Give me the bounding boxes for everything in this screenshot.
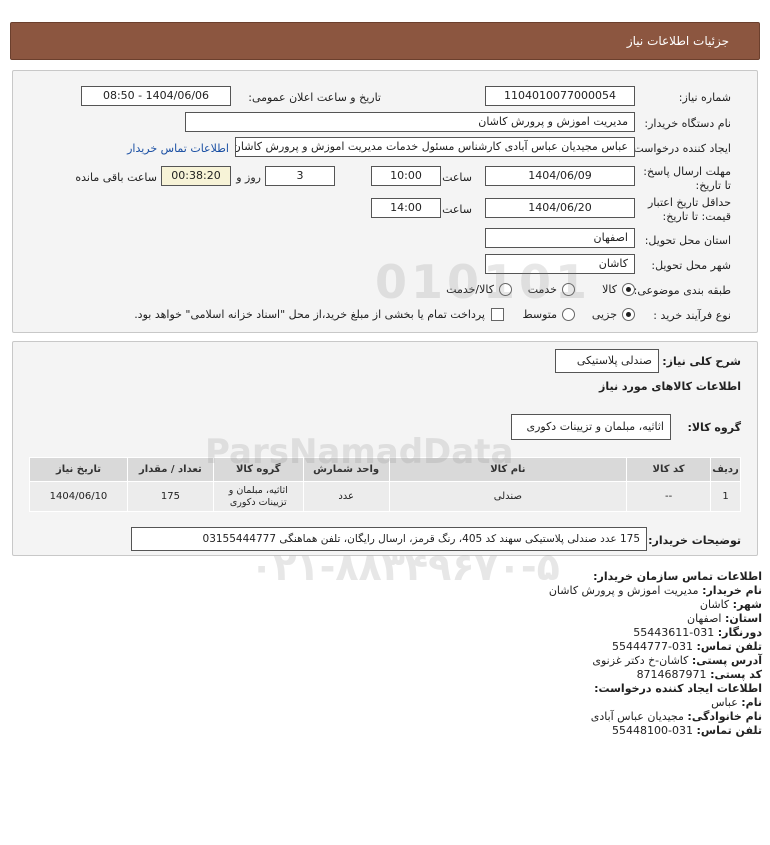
creator-label: ایجاد کننده درخواست: bbox=[629, 142, 731, 155]
buyer-org-field[interactable]: مدیریت اموزش و پرورش کاشان bbox=[185, 112, 635, 132]
payment-note: پرداخت تمام یا بخشی از مبلغ خرید،از محل … bbox=[134, 308, 485, 321]
process-option-medium: متوسط bbox=[522, 308, 557, 321]
contact-fax: دورنگار: 031-55443611 bbox=[633, 626, 762, 639]
buyer-notes-field[interactable]: 175 عدد صندلی پلاستیکی سهند کد 405، رنگ … bbox=[131, 527, 647, 551]
creator-last-name: نام خانوادگی: مجیدیان عباس آبادی bbox=[591, 710, 762, 723]
first-name-value: عباس bbox=[711, 696, 738, 709]
contact-province: استان: اصفهان bbox=[687, 612, 762, 625]
items-table-header: ردیف کد کالا نام کالا واحد شمارش گروه کا… bbox=[29, 457, 741, 482]
buyer-contact-link[interactable]: اطلاعات تماس خریدار bbox=[127, 142, 229, 155]
category-label: طبقه بندی موضوعی: bbox=[633, 284, 731, 297]
province-label: استان محل تحویل: bbox=[644, 234, 731, 247]
col-row-header: ردیف bbox=[710, 457, 741, 482]
contact-phone: تلفن تماس: 031-55444777 bbox=[612, 640, 762, 653]
need-info-panel: شماره نیاز: 1104010077000054 تاریخ و ساع… bbox=[12, 70, 758, 333]
validity-time-label: ساعت bbox=[442, 203, 472, 216]
validity-date-field[interactable]: 1404/06/20 bbox=[485, 198, 635, 218]
col-group-header: گروه کالا bbox=[212, 457, 304, 482]
cell-unit: عدد bbox=[302, 481, 390, 512]
remaining-label: ساعت باقی مانده bbox=[75, 171, 157, 184]
cell-date: 1404/06/10 bbox=[29, 481, 128, 512]
days-label: روز و bbox=[236, 171, 261, 184]
treasury-checkbox[interactable] bbox=[491, 308, 504, 321]
contact-city: شهر: کاشان bbox=[700, 598, 762, 611]
page-title: جزئیات اطلاعات نیاز bbox=[626, 34, 729, 48]
creator-first-name: نام: عباس bbox=[711, 696, 762, 709]
category-option-goods: کالا bbox=[602, 283, 617, 296]
need-number-label: شماره نیاز: bbox=[678, 91, 731, 104]
process-radio-medium[interactable] bbox=[562, 308, 575, 321]
summary-label: شرح کلی نیاز: bbox=[662, 355, 741, 368]
phone-value: 031-55444777 bbox=[612, 640, 694, 653]
category-radio-service[interactable] bbox=[562, 283, 575, 296]
deadline-date-field[interactable]: 1404/06/09 bbox=[485, 166, 635, 186]
creator-field[interactable]: عباس مجیدیان عباس آبادی کارشناس مسئول خد… bbox=[235, 137, 635, 157]
contact-title: اطلاعات تماس سازمان خریدار: bbox=[593, 570, 762, 583]
category-radio-goods-service[interactable] bbox=[499, 283, 512, 296]
cell-name: صندلی bbox=[388, 481, 628, 512]
remaining-time-field: 00:38:20 bbox=[161, 166, 231, 186]
contact-buyer-name: نام خریدار: مدیریت اموزش و پرورش کاشان bbox=[549, 584, 762, 597]
page-header: جزئیات اطلاعات نیاز bbox=[10, 22, 760, 60]
days-field[interactable]: 3 bbox=[265, 166, 335, 186]
category-radio-goods[interactable] bbox=[622, 283, 635, 296]
process-label: نوع فرآیند خرید : bbox=[653, 309, 731, 322]
creator-phone: تلفن تماس: 031-55448100 bbox=[612, 724, 762, 737]
contact-postal: کد پستی: 8714687971 bbox=[637, 668, 762, 681]
contact-address: آدرس پستی: کاشان-خ دکتر غزنوی bbox=[592, 654, 762, 667]
cell-code: -- bbox=[626, 481, 712, 512]
col-code-header: کد کالا bbox=[626, 457, 712, 482]
validity-time-field[interactable]: 14:00 bbox=[371, 198, 441, 218]
city-label: شهر محل تحویل: bbox=[651, 259, 731, 272]
last-name-label: نام خانوادگی: bbox=[687, 710, 762, 723]
cell-qty: 175 bbox=[126, 481, 214, 512]
phone-label: تلفن تماس: bbox=[696, 640, 762, 653]
cell-row: 1 bbox=[710, 481, 741, 512]
buyer-notes-label: توضیحات خریدار: bbox=[648, 534, 741, 547]
province-value: اصفهان bbox=[687, 612, 722, 625]
col-unit-header: واحد شمارش bbox=[302, 457, 390, 482]
city-field[interactable]: کاشان bbox=[485, 254, 635, 274]
col-name-header: نام کالا bbox=[388, 457, 628, 482]
fax-value: 031-55443611 bbox=[633, 626, 715, 639]
province-label: استان: bbox=[725, 612, 762, 625]
group-label: گروه کالا: bbox=[687, 421, 741, 434]
group-field[interactable]: اثاثیه، مبلمان و تزیینات دکوری bbox=[511, 414, 671, 440]
deadline-time-field[interactable]: 10:00 bbox=[371, 166, 441, 186]
col-date-header: تاریخ نیاز bbox=[29, 457, 128, 482]
buyer-org-label: نام دستگاه خریدار: bbox=[644, 117, 731, 130]
announce-label: تاریخ و ساعت اعلان عمومی: bbox=[248, 91, 381, 104]
need-details-panel: شرح کلی نیاز: صندلی پلاستیکی اطلاعات کال… bbox=[12, 341, 758, 556]
cell-group: اثاثیه، مبلمان و تزیینات دکوری bbox=[212, 481, 304, 512]
creator-phone-label: تلفن تماس: bbox=[696, 724, 762, 737]
summary-field[interactable]: صندلی پلاستیکی bbox=[555, 349, 659, 373]
table-row[interactable]: 1 -- صندلی عدد اثاثیه، مبلمان و تزیینات … bbox=[29, 481, 741, 512]
province-field[interactable]: اصفهان bbox=[485, 228, 635, 248]
buyer-name-label: نام خریدار: bbox=[702, 584, 762, 597]
announce-field[interactable]: 1404/06/06 - 08:50 bbox=[81, 86, 231, 106]
need-number-field[interactable]: 1104010077000054 bbox=[485, 86, 635, 106]
last-name-value: مجیدیان عباس آبادی bbox=[590, 710, 684, 723]
process-option-minor: جزیی bbox=[591, 308, 617, 321]
postal-label: کد پستی: bbox=[710, 668, 762, 681]
city-value: کاشان bbox=[699, 598, 730, 611]
postal-value: 8714687971 bbox=[636, 668, 707, 681]
creator-info-title: اطلاعات ایجاد کننده درخواست: bbox=[594, 682, 762, 695]
first-name-label: نام: bbox=[741, 696, 762, 709]
col-qty-header: تعداد / مقدار bbox=[126, 457, 214, 482]
goods-info-title: اطلاعات کالاهای مورد نیاز bbox=[599, 380, 741, 393]
fax-label: دورنگار: bbox=[717, 626, 762, 639]
deadline-time-label: ساعت bbox=[442, 171, 472, 184]
category-option-service: خدمت bbox=[527, 283, 557, 296]
creator-phone-value: 031-55448100 bbox=[612, 724, 694, 737]
address-label: آدرس پستی: bbox=[691, 654, 762, 667]
category-option-goods-service: کالا/خدمت bbox=[446, 283, 494, 296]
validity-label: حداقل تاریخ اعتبار قیمت: تا تاریخ: bbox=[647, 196, 731, 223]
deadline-label: مهلت ارسال پاسخ: تا تاریخ: bbox=[643, 165, 731, 192]
buyer-name-value: مدیریت اموزش و پرورش کاشان bbox=[548, 584, 699, 597]
process-radio-minor[interactable] bbox=[622, 308, 635, 321]
city-label: شهر: bbox=[732, 598, 762, 611]
items-table: ردیف کد کالا نام کالا واحد شمارش گروه کا… bbox=[29, 457, 741, 512]
address-value: کاشان-خ دکتر غزنوی bbox=[592, 654, 689, 667]
